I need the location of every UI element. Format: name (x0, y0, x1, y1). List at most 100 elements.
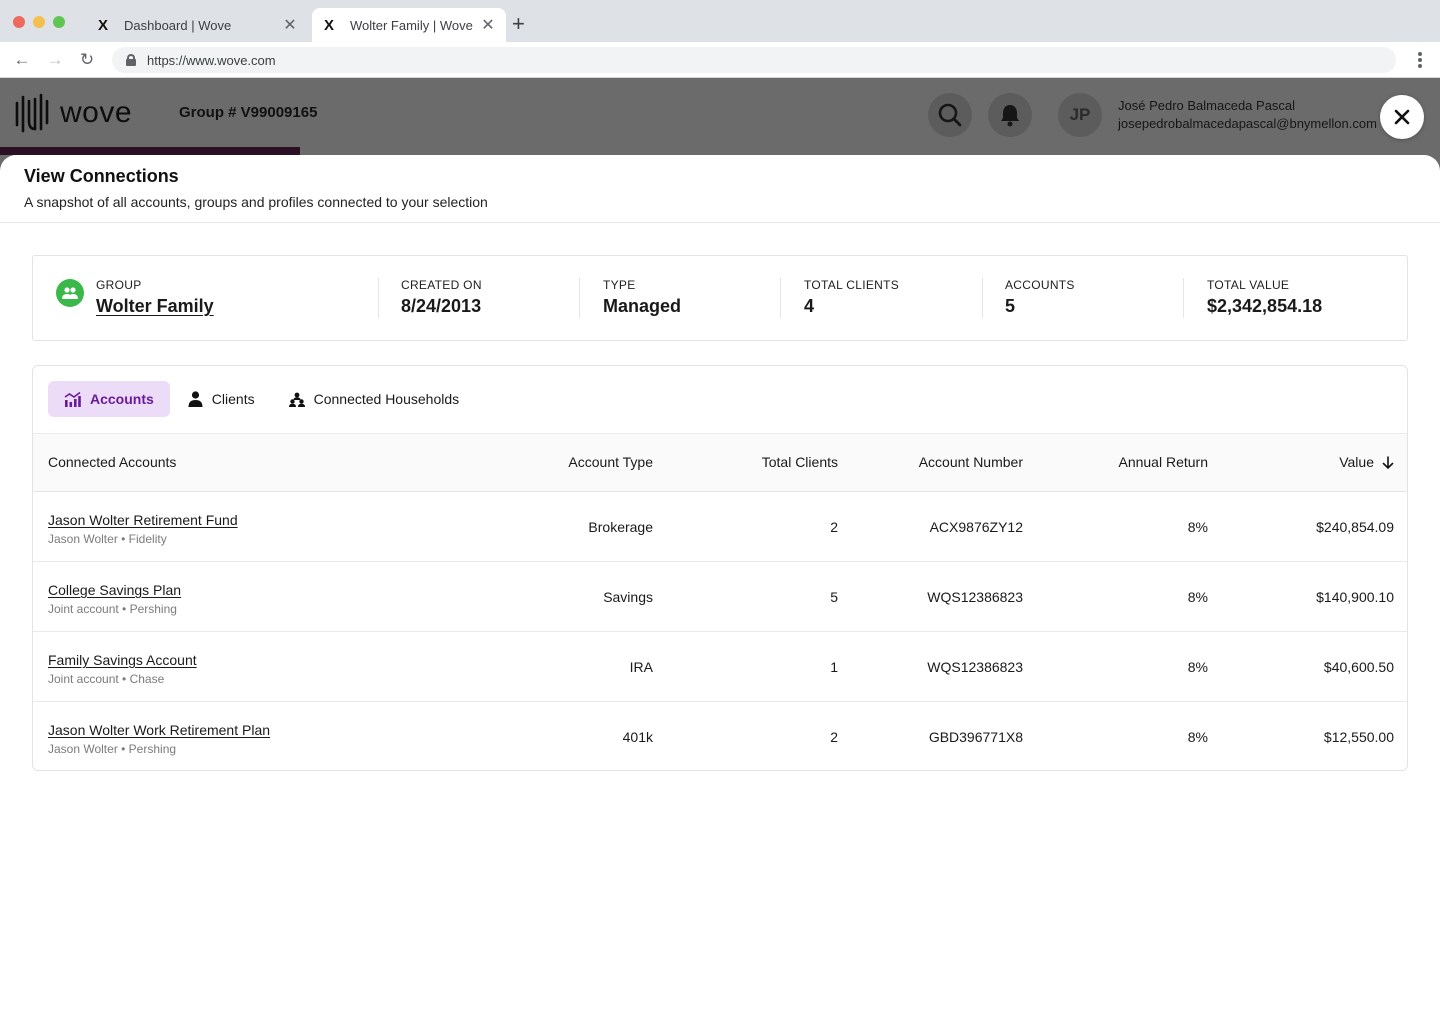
browser-tab-wolter-family[interactable]: X Wolter Family | Wove ✕ (312, 8, 506, 42)
browser-menu-icon[interactable] (1418, 52, 1422, 70)
stat-label: TYPE (603, 278, 636, 292)
tab-connected-households[interactable]: Connected Households (273, 381, 476, 417)
browser-tab-dashboard[interactable]: X Dashboard | Wove ✕ (86, 8, 308, 42)
column-header-account-number[interactable]: Account Number (919, 454, 1023, 470)
account-type: Savings (603, 589, 653, 605)
account-number: ACX9876ZY12 (929, 519, 1023, 535)
account-value: $240,854.09 (1316, 519, 1394, 535)
window-maximize-button[interactable] (53, 16, 65, 28)
total-clients: 1 (830, 659, 838, 675)
sort-arrow-down-icon (1382, 455, 1394, 469)
close-modal-button[interactable] (1380, 95, 1424, 139)
stat-label: TOTAL VALUE (1207, 278, 1290, 292)
stat-value: 4 (804, 296, 815, 316)
search-icon (938, 103, 962, 127)
column-header-label: Value (1339, 454, 1374, 470)
total-clients: 5 (830, 589, 838, 605)
person-icon (188, 391, 203, 407)
stat-group: GROUP Wolter Family (96, 278, 214, 317)
notifications-button[interactable] (988, 93, 1032, 137)
group-summary-card: GROUP Wolter Family CREATED ON 8/24/2013… (32, 255, 1408, 341)
annual-return: 8% (1187, 519, 1208, 535)
browser-tab-label: Wolter Family | Wove (350, 17, 473, 33)
modal-subtitle: A snapshot of all accounts, groups and p… (24, 194, 488, 210)
browser-toolbar: ← → ↻ https://www.wove.com (0, 42, 1440, 78)
account-value: $40,600.50 (1323, 659, 1394, 675)
bell-icon (1001, 105, 1019, 127)
account-name-link[interactable]: Jason Wolter Work Retirement Plan (48, 722, 270, 738)
tab-accounts[interactable]: Accounts (48, 381, 170, 417)
account-name-link[interactable]: Family Savings Account (48, 652, 197, 668)
divider (1183, 278, 1184, 318)
stat-accounts: ACCOUNTS 5 (1005, 278, 1075, 317)
stat-total-value: TOTAL VALUE $2,342,854.18 (1207, 278, 1322, 317)
chart-icon (64, 391, 81, 407)
view-connections-modal: View Connections A snapshot of all accou… (0, 155, 1440, 1024)
close-tab-icon[interactable]: ✕ (278, 15, 302, 35)
modal-title: View Connections (24, 166, 179, 186)
wove-favicon-icon: X (98, 16, 109, 34)
account-owner-institution: Jason Wolter • Pershing (48, 742, 177, 756)
group-people-icon (56, 279, 84, 307)
user-name: José Pedro Balmaceda Pascal (1118, 98, 1296, 113)
account-value: $140,900.10 (1316, 589, 1394, 605)
wove-logo-text: wove (60, 96, 133, 129)
divider (0, 222, 1440, 223)
connections-table-card: Accounts Clients Connected Households Co… (32, 365, 1408, 771)
stat-label: TOTAL CLIENTS (804, 278, 900, 292)
stat-label: ACCOUNTS (1005, 278, 1075, 292)
group-name-link[interactable]: Wolter Family (96, 296, 214, 317)
search-button[interactable] (928, 93, 972, 137)
view-tabs: Accounts Clients Connected Households (48, 381, 477, 417)
divider (579, 278, 580, 318)
address-bar[interactable]: https://www.wove.com (112, 47, 1396, 73)
stat-value: $2,342,854.18 (1207, 296, 1323, 316)
total-clients: 2 (830, 519, 838, 535)
account-owner-institution: Joint account • Chase (48, 672, 165, 686)
stat-label: CREATED ON (401, 278, 482, 292)
forward-arrow-icon[interactable]: → (43, 48, 67, 72)
account-number: WQS12386823 (927, 659, 1023, 675)
tab-clients[interactable]: Clients (172, 381, 271, 417)
browser-tab-label: Dashboard | Wove (124, 17, 232, 33)
stat-value: 8/24/2013 (401, 296, 482, 316)
account-name-link[interactable]: College Savings Plan (48, 582, 181, 598)
tab-label: Connected Households (313, 391, 460, 407)
stat-value: Managed (603, 296, 682, 316)
column-header-value[interactable]: Value (1339, 454, 1394, 470)
header-progress-strip (0, 147, 300, 155)
tab-label: Clients (211, 391, 255, 407)
divider (780, 278, 781, 318)
user-email: josepedrobalmacedapascal@bnymellon.com (1118, 116, 1377, 131)
group-number: Group # V99009165 (179, 104, 318, 121)
window-minimize-button[interactable] (33, 16, 45, 28)
wove-favicon-icon: X (324, 16, 335, 34)
table-row: Jason Wolter Work Retirement Plan Jason … (33, 702, 1407, 770)
reload-icon[interactable]: ↻ (75, 48, 99, 72)
window-close-button[interactable] (13, 16, 25, 28)
browser-tab-bar: X Dashboard | Wove ✕ X Wolter Family | W… (0, 0, 1440, 42)
table-row: College Savings Plan Joint account • Per… (33, 562, 1407, 632)
annual-return: 8% (1187, 589, 1208, 605)
table-header: Connected Accounts Account Type Total Cl… (33, 433, 1407, 492)
account-owner-institution: Jason Wolter • Fidelity (48, 532, 167, 546)
account-name-link[interactable]: Jason Wolter Retirement Fund (48, 512, 238, 528)
wove-logo[interactable]: wove (14, 90, 132, 136)
close-tab-icon[interactable]: ✕ (476, 15, 500, 35)
account-type: Brokerage (588, 519, 653, 535)
total-clients: 2 (830, 729, 838, 745)
new-tab-plus-icon[interactable]: + (512, 12, 525, 36)
column-header-total-clients[interactable]: Total Clients (762, 454, 838, 470)
column-header-connected-accounts[interactable]: Connected Accounts (48, 454, 176, 470)
tab-label: Accounts (90, 391, 154, 407)
column-header-annual-return[interactable]: Annual Return (1118, 454, 1208, 470)
close-icon (1394, 109, 1410, 125)
account-number: WQS12386823 (927, 589, 1023, 605)
back-arrow-icon[interactable]: ← (10, 48, 34, 72)
stat-label: GROUP (96, 278, 142, 292)
column-header-account-type[interactable]: Account Type (568, 454, 653, 470)
url-text: https://www.wove.com (147, 52, 276, 68)
avatar[interactable]: JP (1058, 93, 1102, 137)
divider (378, 278, 379, 318)
table-row: Jason Wolter Retirement Fund Jason Wolte… (33, 492, 1407, 562)
